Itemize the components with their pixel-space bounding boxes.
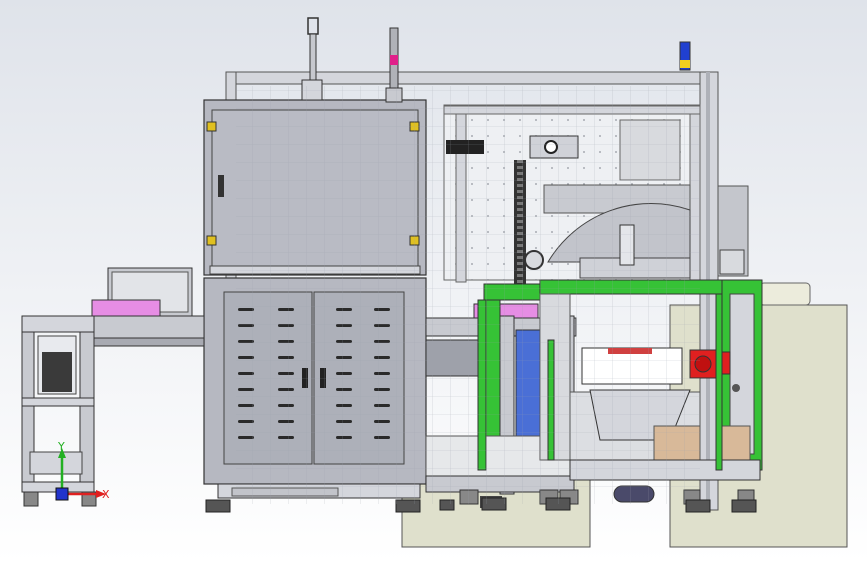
pink-box-left (91, 299, 161, 317)
y-axis-label: Y (57, 440, 65, 453)
cad-viewport[interactable]: Y X (0, 0, 867, 562)
z-axis-origin (55, 487, 69, 501)
machine-drawing: Y X (21, 17, 848, 548)
grid-overlay (236, 86, 700, 504)
beacon-light (679, 41, 691, 71)
x-axis-label: X (102, 488, 110, 501)
tape-roll (759, 282, 811, 306)
left-conveyor (21, 267, 205, 507)
